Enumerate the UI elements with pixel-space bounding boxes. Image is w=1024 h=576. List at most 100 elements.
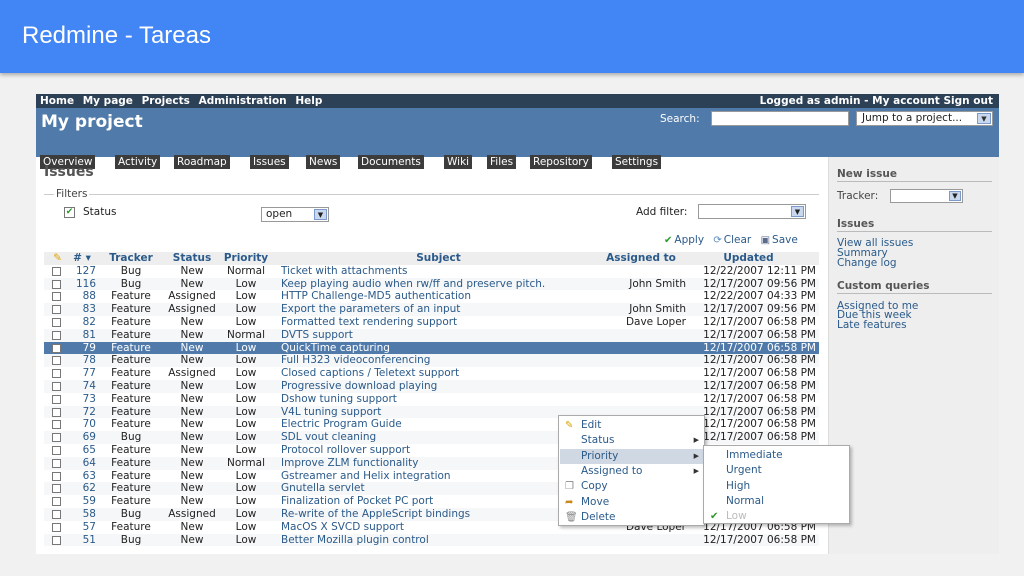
issue-id-link[interactable]: 63 bbox=[68, 470, 96, 483]
checkbox[interactable] bbox=[52, 522, 61, 532]
checkbox[interactable] bbox=[52, 382, 61, 391]
table-row[interactable]: 88 Feature Assigned Low HTTP Challenge-MD5 a… bbox=[44, 290, 819, 303]
table-row[interactable]: 78 Feature New Low Full H323 videoconferenci… bbox=[44, 354, 819, 368]
checkbox[interactable] bbox=[52, 510, 61, 519]
jump-to-project-select[interactable]: Jump to a project... ▼ bbox=[856, 111, 993, 126]
ctx-status[interactable]: Status ▶ bbox=[560, 433, 703, 448]
issue-id-link[interactable]: 72 bbox=[68, 406, 96, 419]
table-row[interactable]: 77 Feature Assigned Low Closed captions / Te… bbox=[44, 367, 819, 380]
issue-subject-link[interactable]: Full H323 videoconferencing bbox=[281, 354, 596, 367]
table-row[interactable]: 127 Bug New Normal Ticket with attachments 12… bbox=[44, 265, 819, 278]
issue-id-link[interactable]: 116 bbox=[68, 278, 96, 291]
priority-urgent[interactable]: Urgent bbox=[705, 463, 848, 478]
checkbox[interactable] bbox=[52, 484, 61, 494]
table-row[interactable]: 74 Feature New Low Progressive download play… bbox=[44, 380, 819, 393]
issue-subject-link[interactable]: Re-write of the AppleScript bindings bbox=[281, 508, 596, 521]
issue-id-link[interactable]: 51 bbox=[68, 534, 96, 547]
table-row[interactable]: 82 Feature New Low Formatted text rendering … bbox=[44, 316, 819, 329]
row-checkbox[interactable] bbox=[52, 508, 63, 521]
checkbox[interactable] bbox=[52, 318, 61, 327]
issue-id-link[interactable]: 57 bbox=[68, 521, 96, 534]
issue-id-link[interactable]: 81 bbox=[68, 329, 96, 342]
priority-immediate[interactable]: Immediate bbox=[705, 448, 848, 463]
row-checkbox[interactable] bbox=[52, 278, 63, 291]
issue-id-link[interactable]: 70 bbox=[68, 418, 96, 431]
issue-subject-link[interactable]: HTTP Challenge-MD5 authentication bbox=[281, 290, 596, 303]
issue-subject-link[interactable]: Improve ZLM functionality bbox=[281, 457, 596, 470]
checkbox[interactable] bbox=[52, 535, 61, 545]
row-checkbox[interactable] bbox=[52, 482, 63, 495]
col-status[interactable]: Status bbox=[166, 252, 218, 265]
menu-my-page[interactable]: My page bbox=[83, 95, 133, 107]
ctx-delete[interactable]: 🗑 Delete bbox=[560, 510, 703, 525]
checkbox[interactable] bbox=[52, 356, 61, 366]
row-checkbox[interactable] bbox=[52, 265, 63, 278]
ctx-copy[interactable]: ❐ Copy bbox=[560, 479, 703, 494]
issue-id-link[interactable]: 62 bbox=[68, 482, 96, 495]
ctx-assigned-to[interactable]: Assigned to ▶ bbox=[560, 464, 703, 479]
clear-link[interactable]: Clear bbox=[724, 234, 751, 246]
col-id[interactable]: # ▾ bbox=[68, 252, 96, 265]
issue-subject-link[interactable]: Gstreamer and Helix integration bbox=[281, 470, 596, 483]
table-row[interactable]: 81 Feature New Normal DVTS support 12/17/2007… bbox=[44, 328, 819, 342]
checkbox[interactable] bbox=[52, 394, 61, 404]
row-checkbox[interactable] bbox=[52, 367, 63, 380]
row-checkbox[interactable] bbox=[52, 495, 63, 508]
table-row[interactable]: 73 Feature New Low Dshow tuning support 12/17… bbox=[44, 393, 819, 406]
checkbox[interactable] bbox=[52, 458, 61, 468]
menu-home[interactable]: Home bbox=[40, 95, 74, 107]
apply-link[interactable]: Apply bbox=[674, 234, 704, 246]
issue-subject-link[interactable]: Electric Program Guide bbox=[281, 418, 596, 431]
menu-projects[interactable]: Projects bbox=[142, 95, 190, 107]
issue-id-link[interactable]: 77 bbox=[68, 367, 96, 380]
row-checkbox[interactable] bbox=[52, 380, 63, 393]
table-row[interactable]: 79 Feature New Low QuickTime capturing 12/17/… bbox=[44, 341, 819, 355]
pencil-icon[interactable]: ✎ bbox=[52, 252, 63, 265]
search-input[interactable] bbox=[711, 111, 849, 126]
checkbox[interactable] bbox=[52, 305, 61, 315]
status-operator-select[interactable]: open ▼ bbox=[261, 207, 329, 222]
checkbox[interactable] bbox=[52, 330, 61, 340]
add-filter-select[interactable]: ▼ bbox=[698, 204, 806, 219]
checkbox[interactable] bbox=[52, 420, 61, 430]
change-log-link[interactable]: Change log bbox=[837, 257, 897, 269]
issue-subject-link[interactable]: MacOS X SVCD support bbox=[281, 521, 596, 534]
issue-subject-link[interactable]: Closed captions / Teletext support bbox=[281, 367, 596, 380]
checkbox[interactable] bbox=[52, 292, 61, 302]
issue-id-link[interactable]: 78 bbox=[68, 354, 96, 367]
menu-help[interactable]: Help bbox=[295, 95, 322, 107]
issue-subject-link[interactable]: Keep playing audio when rw/ff and preser… bbox=[281, 278, 596, 291]
table-row[interactable]: 83 Feature Assigned Low Export the parameter… bbox=[44, 303, 819, 316]
save-link[interactable]: Save bbox=[772, 234, 798, 246]
checkbox[interactable] bbox=[52, 266, 61, 276]
col-priority[interactable]: Priority bbox=[222, 252, 270, 265]
row-checkbox[interactable] bbox=[52, 303, 63, 316]
ctx-edit[interactable]: ✎ Edit bbox=[560, 418, 703, 433]
issue-subject-link[interactable]: Progressive download playing bbox=[281, 380, 596, 393]
issue-id-link[interactable]: 74 bbox=[68, 380, 96, 393]
issue-id-link[interactable]: 58 bbox=[68, 508, 96, 521]
col-updated[interactable]: Updated bbox=[681, 252, 816, 265]
status-filter-checkbox[interactable]: ✔ bbox=[64, 207, 75, 218]
row-checkbox[interactable] bbox=[52, 316, 63, 329]
issue-id-link[interactable]: 83 bbox=[68, 303, 96, 316]
row-checkbox[interactable] bbox=[52, 290, 63, 303]
issue-subject-link[interactable]: V4L tuning support bbox=[281, 406, 596, 419]
account-links[interactable]: Logged as admin - My account Sign out bbox=[760, 95, 993, 107]
tracker-select[interactable]: ▼ bbox=[890, 189, 963, 203]
issue-subject-link[interactable]: Dshow tuning support bbox=[281, 393, 596, 406]
row-checkbox[interactable] bbox=[52, 470, 63, 483]
ctx-move[interactable]: ➦ Move bbox=[560, 495, 703, 510]
table-row[interactable]: 51 Bug New Low Better Mozilla plugin control… bbox=[44, 533, 819, 547]
col-assigned-to[interactable]: Assigned to bbox=[596, 252, 686, 265]
checkbox[interactable] bbox=[52, 343, 61, 353]
checkbox[interactable] bbox=[52, 446, 61, 455]
issue-subject-link[interactable]: Formatted text rendering support bbox=[281, 316, 596, 329]
issue-subject-link[interactable]: SDL vout cleaning bbox=[281, 431, 596, 444]
priority-normal[interactable]: Normal bbox=[705, 494, 848, 509]
col-subject[interactable]: Subject bbox=[281, 252, 596, 265]
row-checkbox[interactable] bbox=[52, 406, 63, 419]
issue-id-link[interactable]: 73 bbox=[68, 393, 96, 406]
checkbox[interactable] bbox=[52, 407, 61, 417]
issue-subject-link[interactable]: Finalization of Pocket PC port bbox=[281, 495, 596, 508]
